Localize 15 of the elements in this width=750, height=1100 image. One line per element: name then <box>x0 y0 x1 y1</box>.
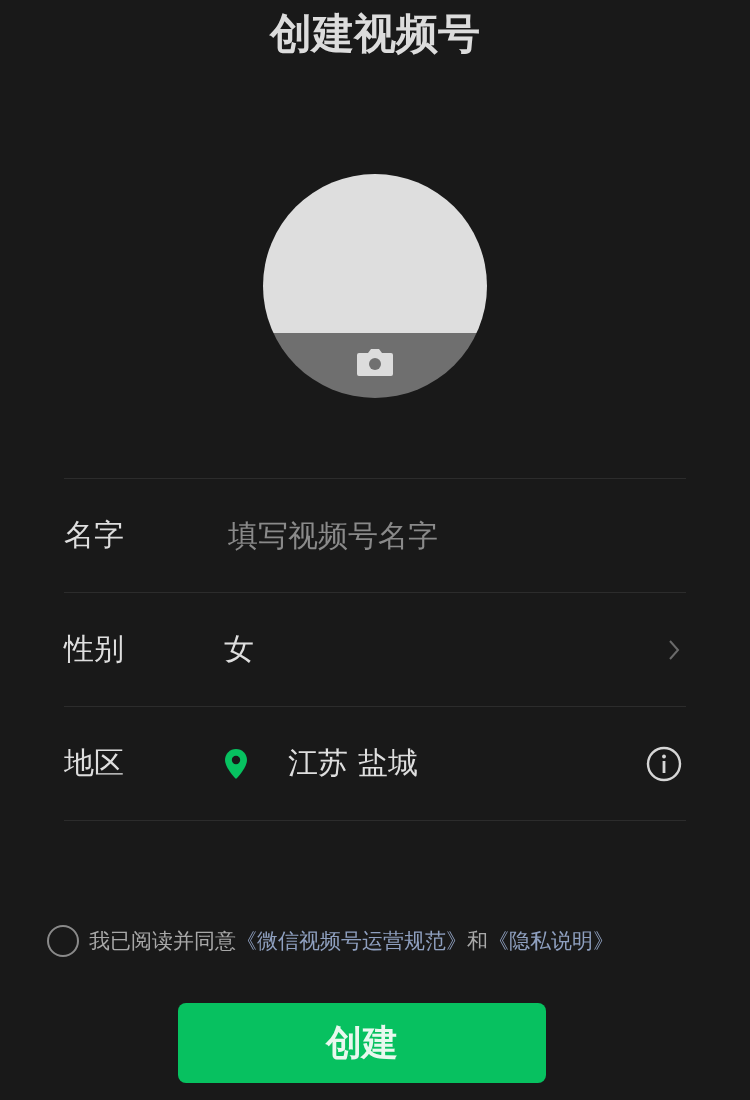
region-value: 江苏 盐城 <box>288 744 419 782</box>
agreement-link[interactable]: 《隐私说明》 <box>488 929 614 953</box>
location-pin-icon <box>224 747 248 780</box>
gender-value[interactable]: 女 <box>224 629 668 670</box>
agree-checkbox[interactable] <box>47 925 79 957</box>
page-title: 创建视频号 <box>268 8 481 60</box>
agreement-link[interactable]: 《微信视频号运营规范》 <box>236 929 467 953</box>
field-label: 地区 <box>64 744 125 782</box>
field-label: 名字 <box>64 516 125 554</box>
agreement-text: 我已阅读并同意《微信视频号运营规范》和《隐私说明》 <box>89 928 614 955</box>
info-icon[interactable] <box>646 745 682 782</box>
camera-icon <box>355 346 395 378</box>
field-label: 性别 <box>64 630 125 668</box>
chevron-right-icon[interactable] <box>668 638 680 661</box>
name-input-field[interactable]: 填写视频号名字 <box>224 510 686 561</box>
